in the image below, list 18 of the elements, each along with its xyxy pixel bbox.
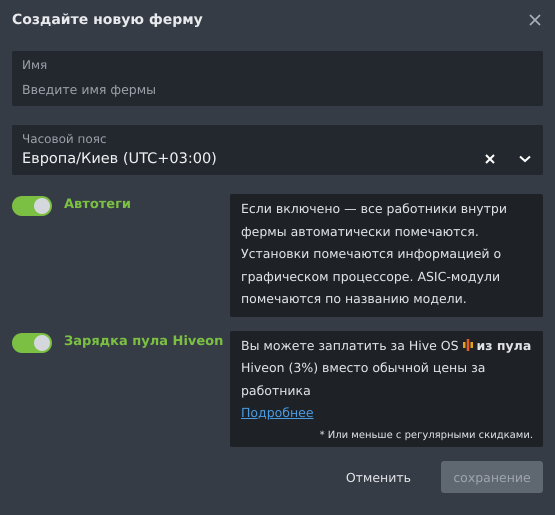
close-icon[interactable] [527, 12, 543, 28]
name-input[interactable]: Введите имя фермы [22, 82, 533, 97]
option-label: Зарядка пула Hiveon [64, 332, 224, 350]
toggle-switch[interactable] [12, 196, 52, 216]
learn-more-link[interactable]: Подробнее [241, 402, 314, 424]
footnote: * Или меньше с регулярными скидками. [318, 430, 533, 441]
chevron-down-icon[interactable] [519, 155, 531, 163]
timezone-select[interactable]: Часовой пояс Европа/Киев (UTC+03:00) [12, 125, 543, 175]
clear-icon[interactable] [485, 154, 495, 164]
cancel-button[interactable]: Отменить [330, 462, 427, 492]
toggle-switch[interactable] [12, 332, 52, 352]
option-label: Автотеги [64, 196, 132, 214]
hive-logo-icon [462, 338, 473, 350]
name-field[interactable]: Имя Введите имя фермы [12, 51, 543, 106]
info-text: Вы можете заплатить за Hive OS из пула Hiveon (3%) вместо обычной цены за работника [241, 336, 532, 400]
info-text: Если включено — все работники внутри фермы автоматически помечаются. Установки помечаются информацией о графическом процессоре. ASIC-модули помечаются по названию модели. [241, 200, 508, 308]
dialog-title: Создайте новую ферму [12, 12, 203, 28]
field-label: Имя [22, 57, 48, 73]
